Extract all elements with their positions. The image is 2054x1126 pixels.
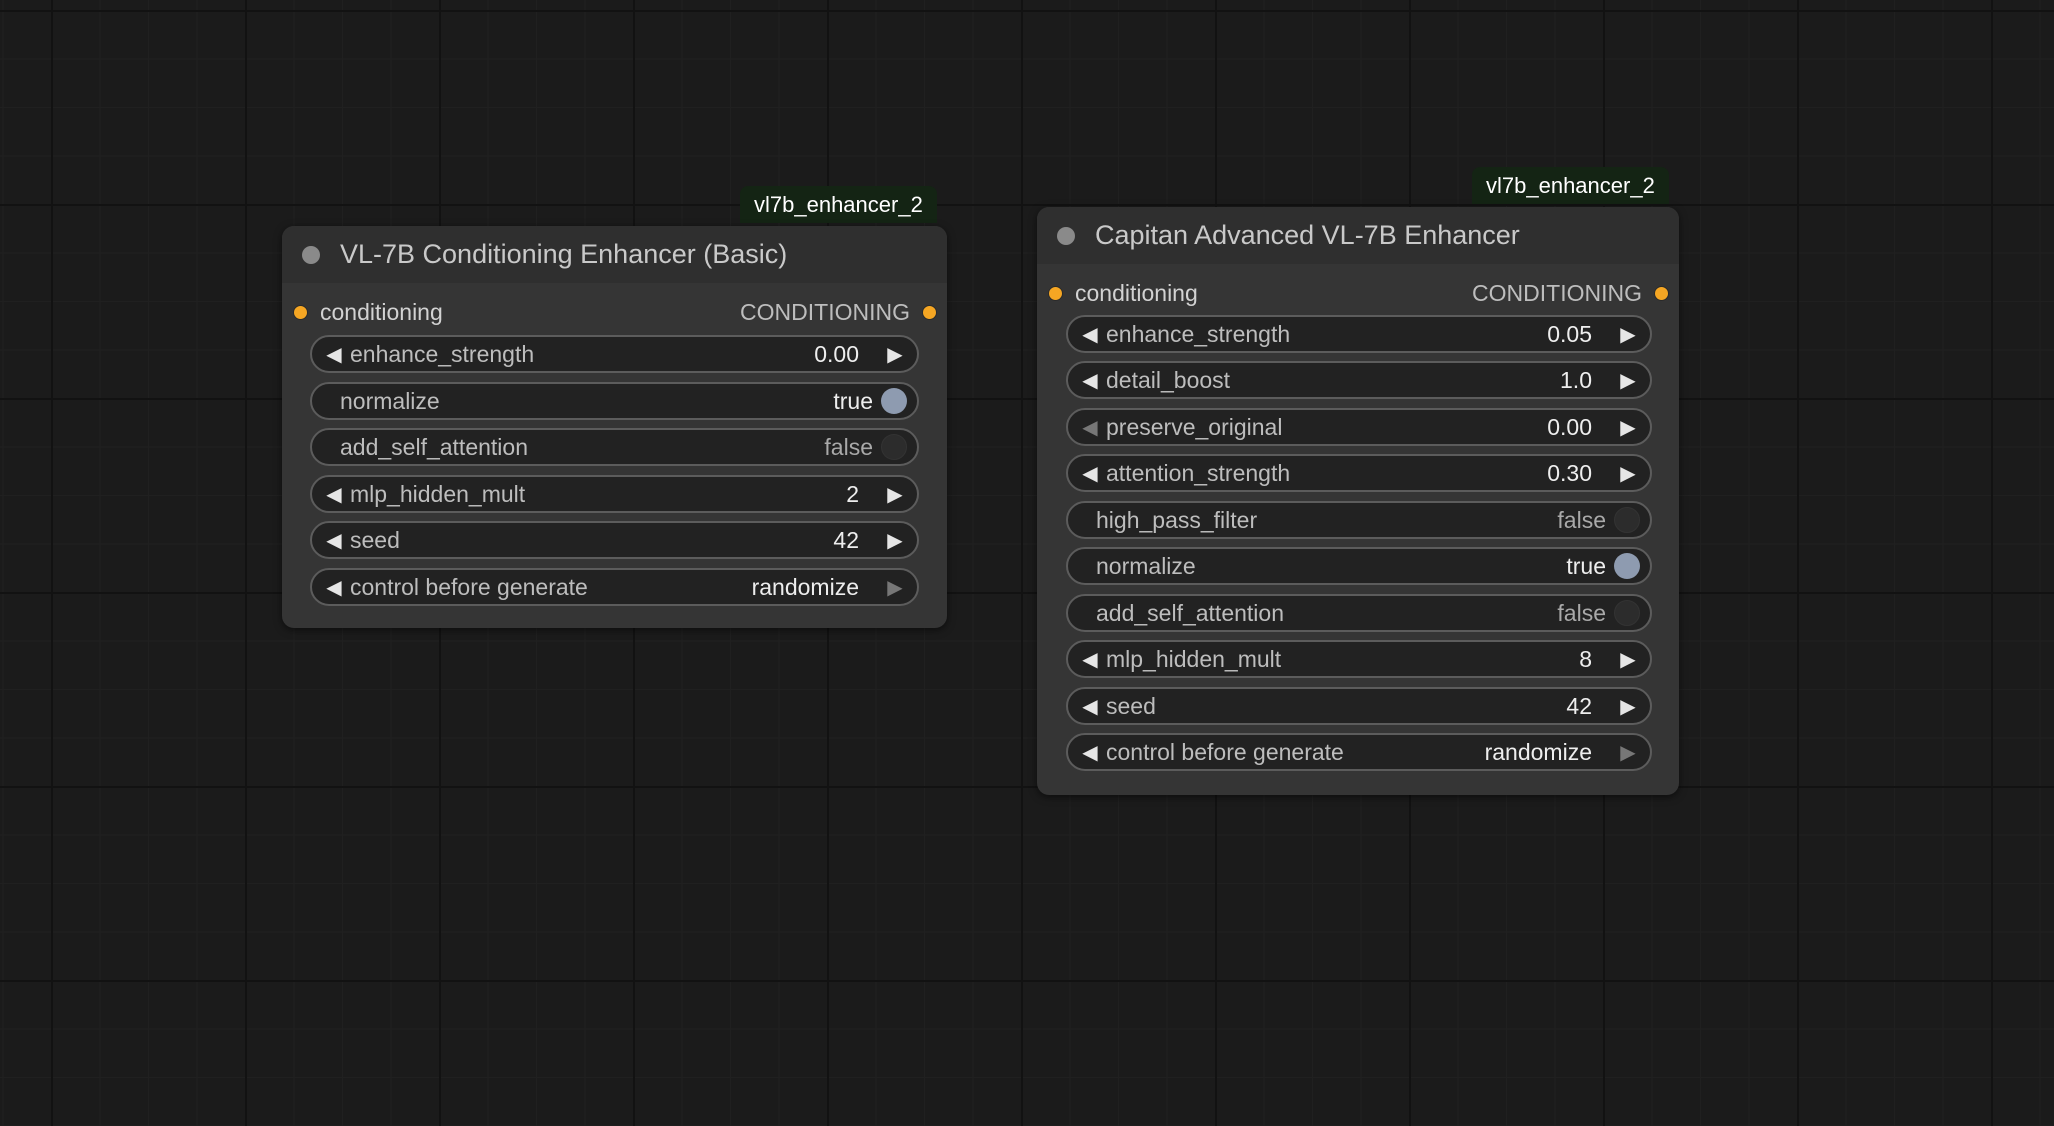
widget-seed[interactable]: ◀ seed 42 ▶	[1066, 687, 1652, 725]
increment-arrow-icon[interactable]: ▶	[883, 528, 907, 553]
slot-row: conditioning CONDITIONING	[1037, 273, 1679, 313]
increment-arrow-icon[interactable]: ▶	[883, 342, 907, 367]
node-title: Capitan Advanced VL-7B Enhancer	[1095, 220, 1520, 250]
widget-control-before-generate[interactable]: ◀ control before generate randomize ▶	[1066, 733, 1652, 771]
decrement-arrow-icon[interactable]: ◀	[1078, 322, 1102, 347]
output-slot-dot[interactable]	[922, 304, 937, 320]
decrement-arrow-icon[interactable]: ◀	[1078, 647, 1102, 672]
widget-label: normalize	[340, 387, 440, 414]
widget-value: false	[824, 433, 873, 460]
output-slot-label: CONDITIONING	[1472, 279, 1642, 306]
widget-label: normalize	[1096, 552, 1196, 579]
increment-arrow-icon[interactable]: ▶	[1616, 694, 1640, 719]
increment-arrow-icon[interactable]: ▶	[1616, 415, 1640, 440]
input-slot-label: conditioning	[320, 298, 443, 325]
widget-enhance-strength[interactable]: ◀ enhance_strength 0.05 ▶	[1066, 315, 1652, 353]
decrement-arrow-icon[interactable]: ◀	[1078, 740, 1102, 765]
widget-mlp-hidden-mult[interactable]: ◀ mlp_hidden_mult 2 ▶	[310, 475, 919, 513]
node-advanced-enhancer[interactable]: Capitan Advanced VL-7B Enhancer conditio…	[1037, 207, 1679, 795]
widget-value[interactable]: randomize	[1485, 739, 1592, 766]
widget-value[interactable]: 42	[1566, 693, 1592, 720]
widget-normalize[interactable]: normalize true	[310, 382, 919, 420]
node-basic-enhancer[interactable]: VL-7B Conditioning Enhancer (Basic) cond…	[282, 226, 947, 628]
increment-arrow-icon[interactable]: ▶	[883, 482, 907, 507]
widget-label: control before generate	[1106, 738, 1344, 765]
increment-arrow-icon[interactable]: ▶	[883, 575, 907, 600]
widget-normalize[interactable]: normalize true	[1066, 547, 1652, 585]
widget-detail-boost[interactable]: ◀ detail_boost 1.0 ▶	[1066, 361, 1652, 399]
input-slot-label: conditioning	[1075, 279, 1198, 306]
increment-arrow-icon[interactable]: ▶	[1616, 368, 1640, 393]
output-slot-label: CONDITIONING	[740, 298, 910, 325]
output-slot-dot[interactable]	[1654, 285, 1669, 301]
decrement-arrow-icon[interactable]: ◀	[1078, 461, 1102, 486]
increment-arrow-icon[interactable]: ▶	[1616, 461, 1640, 486]
widget-enhance-strength[interactable]: ◀ enhance_strength 0.00 ▶	[310, 335, 919, 373]
widget-attention-strength[interactable]: ◀ attention_strength 0.30 ▶	[1066, 454, 1652, 492]
collapse-dot-icon[interactable]	[1057, 226, 1075, 245]
decrement-arrow-icon[interactable]: ◀	[1078, 694, 1102, 719]
widget-value[interactable]: randomize	[752, 574, 859, 601]
node-badge: vl7b_enhancer_2	[740, 186, 937, 223]
widget-value: true	[1566, 552, 1606, 579]
widget-mlp-hidden-mult[interactable]: ◀ mlp_hidden_mult 8 ▶	[1066, 640, 1652, 678]
widget-label: mlp_hidden_mult	[350, 480, 526, 507]
widget-add-self-attention[interactable]: add_self_attention false	[310, 428, 919, 466]
node-title: VL-7B Conditioning Enhancer (Basic)	[340, 239, 788, 269]
increment-arrow-icon[interactable]: ▶	[1616, 740, 1640, 765]
widget-label: add_self_attention	[340, 433, 528, 460]
decrement-arrow-icon[interactable]: ◀	[322, 342, 346, 367]
widget-value[interactable]: 42	[833, 527, 859, 554]
widget-value: false	[1557, 599, 1606, 626]
widget-label: preserve_original	[1106, 413, 1283, 440]
decrement-arrow-icon[interactable]: ◀	[322, 482, 346, 507]
widget-value[interactable]: 8	[1579, 646, 1592, 673]
input-slot-dot[interactable]	[1048, 285, 1063, 301]
toggle-off-knob-icon[interactable]	[1614, 600, 1640, 626]
widget-control-before-generate[interactable]: ◀ control before generate randomize ▶	[310, 568, 919, 606]
widget-value[interactable]: 2	[846, 481, 859, 508]
decrement-arrow-icon[interactable]: ◀	[1078, 368, 1102, 393]
widget-label: attention_strength	[1106, 459, 1291, 486]
widget-label: enhance_strength	[1106, 320, 1291, 347]
widget-high-pass-filter[interactable]: high_pass_filter false	[1066, 501, 1652, 539]
decrement-arrow-icon[interactable]: ◀	[322, 575, 346, 600]
widget-value[interactable]: 0.30	[1547, 460, 1592, 487]
widget-value[interactable]: 0.00	[814, 341, 859, 368]
widget-label: mlp_hidden_mult	[1106, 645, 1282, 672]
widget-label: seed	[350, 526, 400, 553]
widget-label: high_pass_filter	[1096, 506, 1258, 533]
increment-arrow-icon[interactable]: ▶	[1616, 322, 1640, 347]
toggle-on-knob-icon[interactable]	[1614, 553, 1640, 579]
node-header[interactable]: VL-7B Conditioning Enhancer (Basic)	[282, 226, 947, 283]
collapse-dot-icon[interactable]	[302, 245, 320, 264]
node-badge: vl7b_enhancer_2	[1472, 167, 1669, 204]
decrement-arrow-icon[interactable]: ◀	[1078, 415, 1102, 440]
toggle-off-knob-icon[interactable]	[881, 434, 907, 460]
input-slot-dot[interactable]	[293, 304, 308, 320]
toggle-off-knob-icon[interactable]	[1614, 507, 1640, 533]
widget-value[interactable]: 0.00	[1547, 414, 1592, 441]
widget-seed[interactable]: ◀ seed 42 ▶	[310, 521, 919, 559]
increment-arrow-icon[interactable]: ▶	[1616, 647, 1640, 672]
toggle-on-knob-icon[interactable]	[881, 388, 907, 414]
widget-label: add_self_attention	[1096, 599, 1284, 626]
widget-label: seed	[1106, 692, 1156, 719]
widget-value[interactable]: 0.05	[1547, 321, 1592, 348]
widget-value: false	[1557, 506, 1606, 533]
widget-label: detail_boost	[1106, 366, 1231, 393]
node-header[interactable]: Capitan Advanced VL-7B Enhancer	[1037, 207, 1679, 264]
slot-row: conditioning CONDITIONING	[282, 292, 947, 332]
decrement-arrow-icon[interactable]: ◀	[322, 528, 346, 553]
widget-add-self-attention[interactable]: add_self_attention false	[1066, 594, 1652, 632]
widget-preserve-original[interactable]: ◀ preserve_original 0.00 ▶	[1066, 408, 1652, 446]
widget-label: enhance_strength	[350, 340, 535, 367]
widget-label: control before generate	[350, 573, 588, 600]
widget-value[interactable]: 1.0	[1560, 367, 1592, 394]
widget-value: true	[833, 387, 873, 414]
